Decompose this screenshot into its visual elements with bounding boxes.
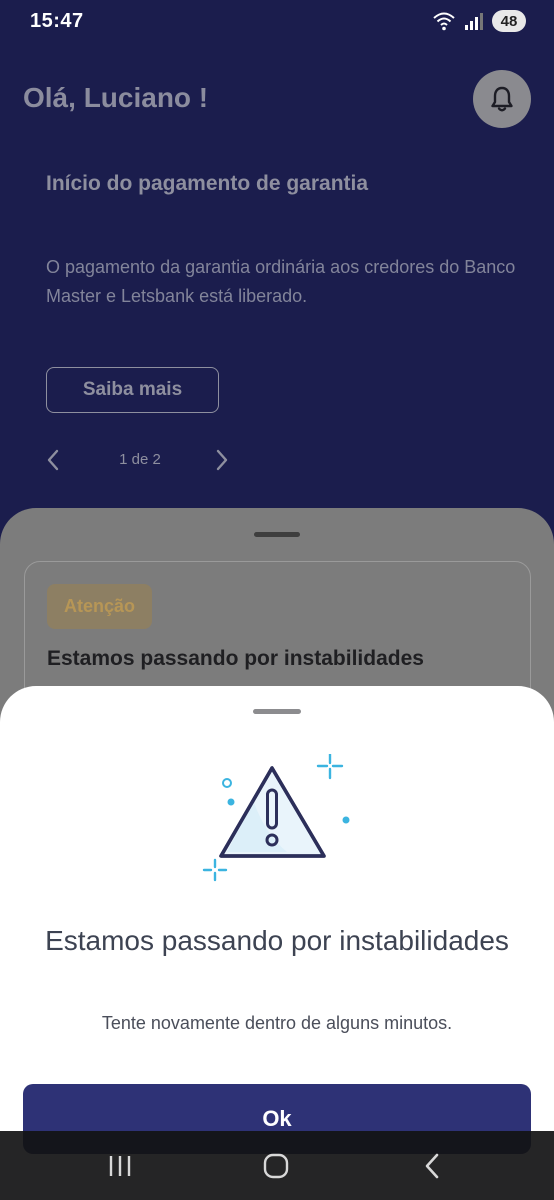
- lower-sheet-handle[interactable]: [254, 532, 300, 537]
- chevron-left-icon: [47, 449, 59, 471]
- status-bar: 15:47 48: [0, 0, 554, 46]
- learn-more-button[interactable]: Saiba mais: [46, 367, 219, 413]
- navigation-bar: [0, 1131, 554, 1200]
- home-button[interactable]: [256, 1151, 296, 1181]
- pager-prev-button[interactable]: [40, 445, 66, 475]
- notifications-button[interactable]: [473, 70, 531, 128]
- bell-icon: [491, 86, 513, 112]
- greeting: Olá, Luciano !: [23, 82, 209, 113]
- battery-badge: 48: [492, 10, 526, 32]
- alert-title: Estamos passando por instabilidades: [47, 647, 424, 670]
- status-icons: 48: [432, 10, 526, 32]
- recent-apps-button[interactable]: [100, 1151, 140, 1181]
- banner-text: O pagamento da garantia ordinária aos cr…: [46, 257, 516, 306]
- signal-icon: [465, 13, 483, 30]
- pager-label: 1 de 2: [119, 451, 161, 468]
- banner-title: Início do pagamento de garantia: [46, 172, 369, 195]
- instability-modal: Estamos passando por instabilidades Tent…: [0, 686, 554, 1200]
- wifi-icon: [433, 12, 455, 31]
- back-icon: [425, 1153, 439, 1179]
- back-button[interactable]: [412, 1151, 452, 1181]
- chevron-right-icon: [216, 449, 228, 471]
- modal-subtitle: Tente novamente dentro de alguns minutos…: [101, 1013, 453, 1033]
- home-icon: [263, 1153, 289, 1179]
- modal-title: Estamos passando por instabilidades: [45, 925, 509, 956]
- warning-triangle-icon: [202, 754, 350, 882]
- recent-apps-icon: [109, 1156, 131, 1176]
- alert-badge: Atenção: [47, 584, 153, 629]
- pager-next-button[interactable]: [209, 445, 235, 475]
- status-time: 15:47: [30, 10, 84, 32]
- modal-handle[interactable]: [253, 709, 301, 714]
